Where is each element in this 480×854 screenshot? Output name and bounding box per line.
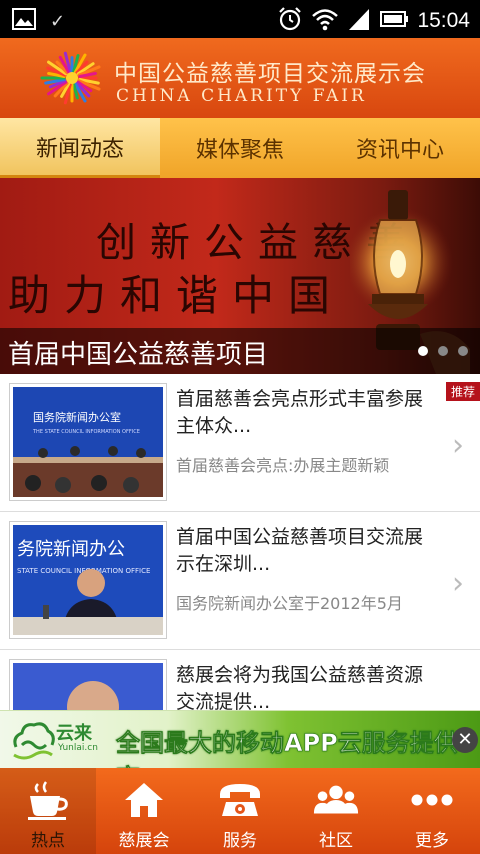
banner-caption-bar: 首届中国公益慈善项目 [0,328,480,374]
more-dots-icon [408,778,456,822]
signal-icon [347,7,371,35]
news-title: 首届中国公益慈善项目交流展示在深圳... [176,526,424,575]
people-icon [312,778,360,822]
tab-media[interactable]: 媒体聚焦 [160,118,320,178]
status-bar: ✓ 15:04 [0,0,480,38]
home-icon [120,778,168,822]
header-title-en: CHINA CHARITY FAIR [116,86,367,106]
close-icon[interactable]: ✕ [452,727,478,753]
nav-item-fair[interactable]: 慈展会 [96,768,192,854]
top-tabs: 新闻动态 媒体聚焦 资讯中心 [0,118,480,178]
carousel-dot-3[interactable] [458,346,468,356]
ad-brand-domain: Yunlai.cn [58,743,98,753]
carousel-indicators [418,346,468,356]
banner-calligraphy-line2: 助力和谐中国 [8,271,345,320]
coffee-cup-icon [24,778,72,822]
tab-info-center[interactable]: 资讯中心 [320,118,480,178]
banner-caption: 首届中国公益慈善项目 [8,340,269,370]
thumb-caption-cn: 国务院新闻办公室 [33,410,121,424]
recommend-badge: 推荐 [445,382,480,401]
news-summary: 国务院新闻办公室于2012年5月 [176,594,403,613]
nav-label-community: 社区 [319,831,353,851]
ad-brand: 云来 [56,723,92,744]
news-thumbnail: 务院新闻办公 STATE COUNCIL INFORMATION OFFICE [10,522,166,638]
news-thumbnail: 国务院新闻办公室 THE STATE COUNCIL INFORMATION O… [10,384,166,500]
check-icon: ✓ [50,10,66,32]
telephone-icon [216,778,264,822]
header-title-cn: 中国公益慈善项目交流展示会 [114,61,426,87]
nav-item-more[interactable]: 更多 [384,768,480,854]
nav-item-hot[interactable]: 热点 [0,768,96,854]
nav-item-community[interactable]: 社区 [288,768,384,854]
news-summary: 首届慈善会亮点:办展主题新颖 [176,456,390,475]
thumb-caption-cn: 务院新闻办公 [17,539,125,560]
nav-label-fair: 慈展会 [118,831,170,851]
alarm-icon [277,6,303,36]
wifi-icon [311,7,339,35]
nav-item-service[interactable]: 服务 [192,768,288,854]
chevron-right-icon: › [452,566,464,601]
news-item[interactable]: 慈展会将为我国公益慈善资源交流提供... › [0,650,480,710]
bottom-nav: 热点 慈展会 服务 社区 更多 [0,768,480,854]
status-time: 15:04 [417,9,470,32]
news-title: 慈展会将为我国公益慈善资源交流提供... [176,664,424,710]
news-item[interactable]: 务院新闻办公 STATE COUNCIL INFORMATION OFFICE … [0,512,480,650]
news-list: 国务院新闻办公室 THE STATE COUNCIL INFORMATION O… [0,374,480,710]
ad-banner[interactable]: 云来 Yunlai.cn 全国最大的移动APP云服务提供商 ✕ [0,710,480,792]
sunburst-logo-icon [40,50,104,106]
image-icon [12,8,36,34]
news-title: 首届慈善会亮点形式丰富参展主体众... [176,388,424,437]
tab-news[interactable]: 新闻动态 [0,118,160,178]
nav-label-more: 更多 [415,831,449,851]
carousel-dot-1[interactable] [418,346,428,356]
battery-icon [379,9,409,33]
nav-label-service: 服务 [223,831,257,851]
news-item[interactable]: 国务院新闻办公室 THE STATE COUNCIL INFORMATION O… [0,374,480,512]
banner-carousel[interactable]: 创新公益慈善 助力和谐中国 首届中国公益慈善项目 [0,178,480,374]
chevron-right-icon: › [452,428,464,463]
carousel-dot-2[interactable] [438,346,448,356]
app-header: 中国公益慈善项目交流展示会 CHINA CHARITY FAIR [0,38,480,118]
thumb-caption-en: THE STATE COUNCIL INFORMATION OFFICE [32,429,140,435]
news-thumbnail [10,660,166,710]
nav-label-hot: 热点 [31,831,65,851]
